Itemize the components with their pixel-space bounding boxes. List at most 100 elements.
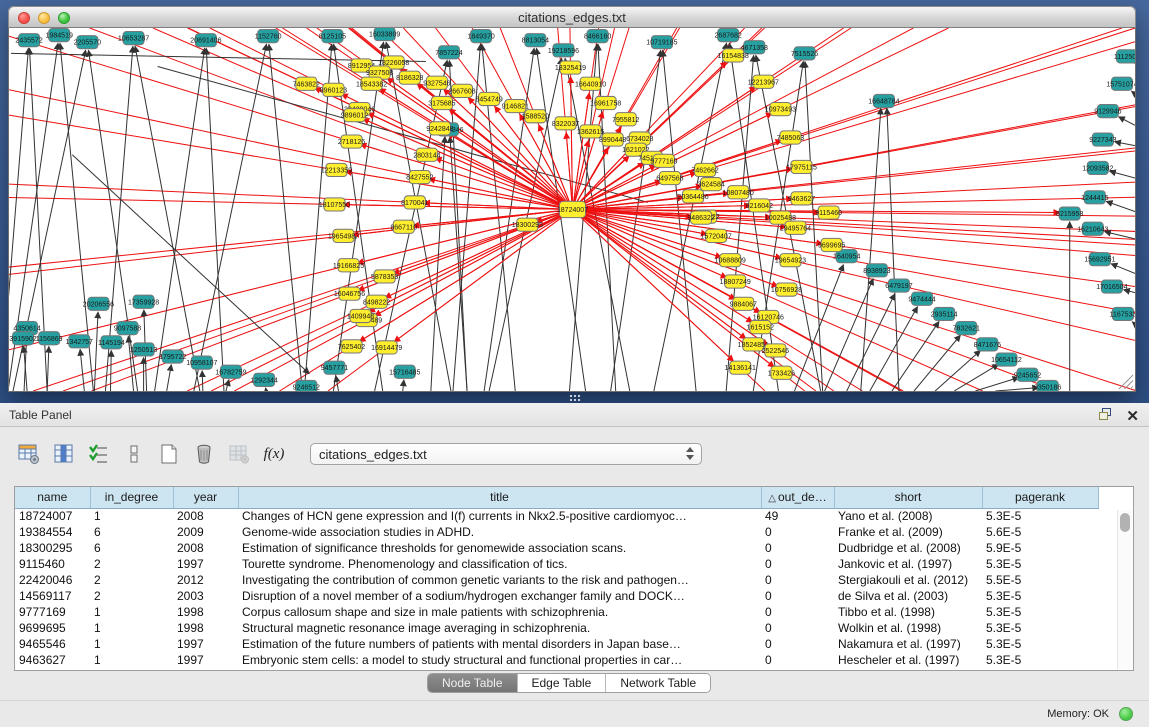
- table-cell[interactable]: 9777169: [15, 604, 90, 620]
- table-cell[interactable]: Dudbridge et al. (2008): [834, 540, 982, 556]
- table-cell[interactable]: Corpus callosum shape and size in male p…: [238, 604, 761, 620]
- close-panel-icon[interactable]: ✕: [1126, 405, 1139, 429]
- table-cell[interactable]: 49: [761, 508, 834, 524]
- table-cell[interactable]: 2012: [173, 572, 238, 588]
- table-row[interactable]: 1872400712008Changes of HCN gene express…: [15, 508, 1098, 524]
- table-cell[interactable]: 6: [90, 524, 173, 540]
- graph-edge[interactable]: [357, 210, 572, 264]
- table-cell[interactable]: 0: [761, 524, 834, 540]
- graph-edge[interactable]: [1132, 322, 1135, 324]
- graph-edge[interactable]: [155, 48, 205, 391]
- graph-edge[interactable]: [110, 350, 111, 391]
- table-cell[interactable]: 9115460: [15, 556, 90, 572]
- table-cell[interactable]: 5.3E-5: [982, 556, 1098, 572]
- table-cell[interactable]: Estimation of the future numbers of pati…: [238, 636, 761, 652]
- graph-edge[interactable]: [935, 350, 980, 391]
- table-cell[interactable]: Tibbo et al. (1998): [834, 604, 982, 620]
- table-cell[interactable]: Wolkin et al. (1998): [834, 620, 982, 636]
- table-cell[interactable]: Franke et al. (2009): [834, 524, 982, 540]
- table-row[interactable]: 1830029562008Estimation of significance …: [15, 540, 1098, 556]
- table-cell[interactable]: 0: [761, 588, 834, 604]
- table-cell[interactable]: Embryonic stem cells: a model to study s…: [238, 652, 761, 668]
- table-cell[interactable]: 2: [90, 572, 173, 588]
- table-cell[interactable]: Changes of HCN gene expression and I(f) …: [238, 508, 761, 524]
- delete-column-icon[interactable]: [191, 441, 217, 467]
- table-cell[interactable]: 1997: [173, 652, 238, 668]
- table-cell[interactable]: 5.3E-5: [982, 620, 1098, 636]
- graph-edge[interactable]: [269, 44, 302, 391]
- table-cell[interactable]: 0: [761, 556, 834, 572]
- table-row[interactable]: 1938455462009Genome-wide association stu…: [15, 524, 1098, 540]
- table-cell[interactable]: 2009: [173, 524, 238, 540]
- table-cell[interactable]: 0: [761, 604, 834, 620]
- graph-edge[interactable]: [266, 388, 267, 391]
- table-row[interactable]: 1456911722003Disruption of a novel membe…: [15, 588, 1098, 604]
- table-cell[interactable]: 1: [90, 508, 173, 524]
- table-row[interactable]: 911546021997Tourette syndrome. Phenomeno…: [15, 556, 1098, 572]
- table-selector-dropdown[interactable]: citations_edges.txt: [310, 443, 702, 465]
- new-column-icon[interactable]: [156, 441, 182, 467]
- table-cell[interactable]: 5.3E-5: [982, 588, 1098, 604]
- graph-edge[interactable]: [167, 365, 172, 391]
- graph-edge[interactable]: [870, 307, 918, 391]
- table-scrollbar-thumb[interactable]: [1120, 513, 1130, 532]
- tab-network-table[interactable]: Network Table: [606, 674, 710, 692]
- table-row[interactable]: 946362711997Embryonic stem cells: a mode…: [15, 652, 1098, 668]
- split-divider-handle[interactable]: [569, 394, 581, 401]
- table-cell[interactable]: 2008: [173, 508, 238, 524]
- column-header-out_de[interactable]: △out_de…: [761, 487, 834, 508]
- table-cell[interactable]: 5.3E-5: [982, 508, 1098, 524]
- graph-edge[interactable]: [975, 377, 1019, 391]
- graph-edge[interactable]: [363, 119, 573, 210]
- graph-edge[interactable]: [914, 335, 960, 391]
- table-cell[interactable]: Tourette syndrome. Phenomenology and cla…: [238, 556, 761, 572]
- graph-edge[interactable]: [202, 371, 203, 391]
- table-cell[interactable]: 6: [90, 540, 173, 556]
- table-cell[interactable]: 2: [90, 556, 173, 572]
- table-cell[interactable]: Structural magnetic resonance image aver…: [238, 620, 761, 636]
- graph-edge[interactable]: [1111, 264, 1135, 274]
- clear-selection-icon[interactable]: [121, 441, 147, 467]
- table-cell[interactable]: 1997: [173, 556, 238, 572]
- graph-edge[interactable]: [386, 42, 451, 391]
- table-cell[interactable]: 5.3E-5: [982, 652, 1098, 668]
- table-cell[interactable]: Disruption of a novel member of a sodium…: [238, 588, 761, 604]
- table-cell[interactable]: 2: [90, 588, 173, 604]
- graph-edge[interactable]: [226, 380, 229, 391]
- table-mode-icon[interactable]: [16, 441, 42, 467]
- table-cell[interactable]: 0: [761, 636, 834, 652]
- network-view[interactable]: 2435572198451922055701065328720691406115…: [8, 28, 1136, 392]
- table-cell[interactable]: 18300295: [15, 540, 90, 556]
- table-cell[interactable]: 1: [90, 620, 173, 636]
- column-header-year[interactable]: year: [173, 487, 238, 508]
- table-cell[interactable]: 2008: [173, 540, 238, 556]
- table-cell[interactable]: 5.5E-5: [982, 572, 1098, 588]
- graph-edge[interactable]: [1131, 91, 1135, 94]
- graph-edge[interactable]: [847, 294, 895, 391]
- table-cell[interactable]: Genome-wide association studies in ADHD.: [238, 524, 761, 540]
- table-cell[interactable]: Estimation of significance thresholds fo…: [238, 540, 761, 556]
- graph-edge[interactable]: [1106, 201, 1135, 211]
- table-row[interactable]: 946554611997Estimation of the future num…: [15, 636, 1098, 652]
- table-cell[interactable]: Nakamura et al. (1997): [834, 636, 982, 652]
- table-cell[interactable]: 5.3E-5: [982, 636, 1098, 652]
- table-cell[interactable]: Yano et al. (2008): [834, 508, 982, 524]
- graph-edge[interactable]: [1119, 117, 1135, 126]
- delete-table-icon[interactable]: [226, 441, 252, 467]
- table-cell[interactable]: 0: [761, 540, 834, 556]
- table-cell[interactable]: Jankovic et al. (1997): [834, 556, 982, 572]
- show-columns-icon[interactable]: [51, 441, 77, 467]
- table-row[interactable]: 969969511998Structural magnetic resonanc…: [15, 620, 1098, 636]
- table-cell[interactable]: 5.9E-5: [982, 540, 1098, 556]
- graph-edge[interactable]: [1115, 142, 1135, 146]
- table-cell[interactable]: 9699695: [15, 620, 90, 636]
- table-cell[interactable]: 5.3E-5: [982, 604, 1098, 620]
- table-row[interactable]: 2242004622012Investigating the contribut…: [15, 572, 1098, 588]
- column-header-pagerank[interactable]: pagerank: [982, 487, 1098, 508]
- graph-edge[interactable]: [343, 205, 572, 210]
- column-header-in_degree[interactable]: in_degree: [90, 487, 173, 508]
- table-cell[interactable]: Hescheler et al. (1997): [834, 652, 982, 668]
- memory-status-indicator[interactable]: [1119, 707, 1133, 721]
- table-cell[interactable]: 18724007: [15, 508, 90, 524]
- table-row[interactable]: 977716911998Corpus callosum shape and si…: [15, 604, 1098, 620]
